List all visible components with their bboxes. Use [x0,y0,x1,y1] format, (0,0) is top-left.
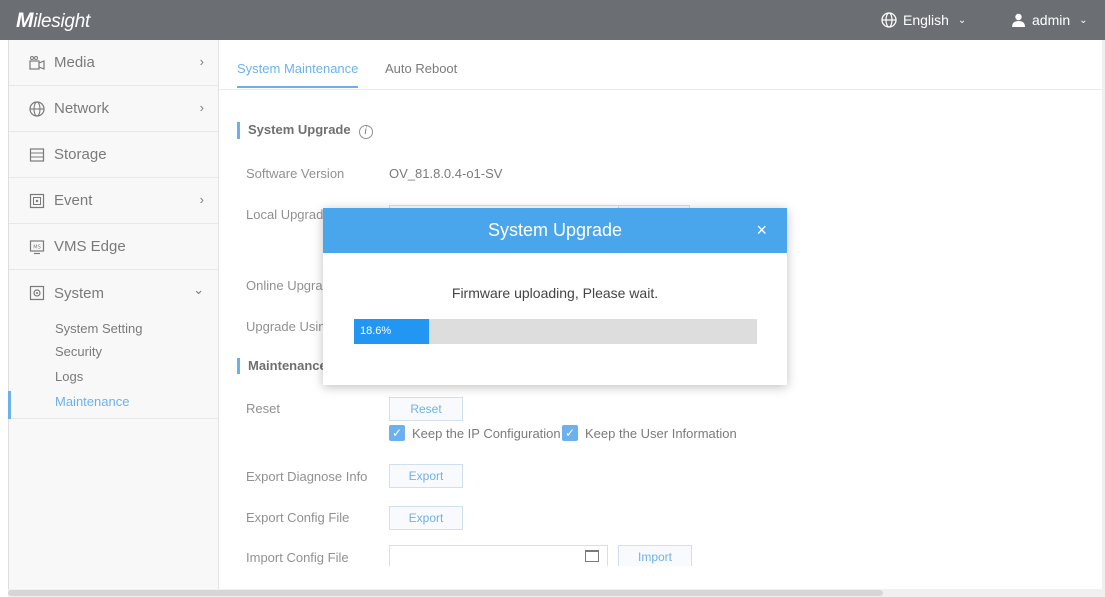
close-icon[interactable]: × [756,208,767,253]
system-upgrade-dialog: System Upgrade × Firmware uploading, Ple… [323,208,787,385]
dialog-header: System Upgrade × [323,208,787,253]
dialog-message: Firmware uploading, Please wait. [451,285,659,301]
progress-text: 18.6% [360,325,392,337]
upload-progress-bar: 18.6% [354,319,757,344]
progress-fill: 18.6% [354,319,429,344]
dialog-title: System Upgrade [487,220,623,240]
